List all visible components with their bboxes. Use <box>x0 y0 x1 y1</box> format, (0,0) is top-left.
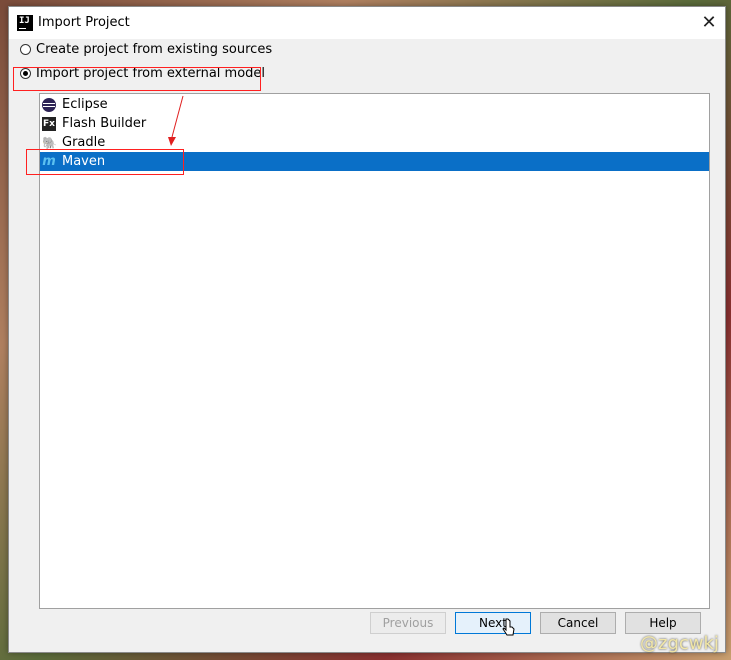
radio-external-model[interactable] <box>20 67 31 79</box>
cancel-button[interactable]: Cancel <box>540 612 616 634</box>
list-item-maven[interactable]: m Maven <box>40 152 709 171</box>
close-button[interactable]: ✕ <box>695 10 723 36</box>
option-existing-sources[interactable]: Create project from existing sources <box>20 39 272 59</box>
radio-existing-sources[interactable] <box>20 43 31 55</box>
list-item-gradle[interactable]: 🐘 Gradle <box>40 133 709 152</box>
list-item-label: Maven <box>62 154 106 169</box>
previous-button[interactable]: Previous <box>370 612 446 634</box>
list-item-flash-builder[interactable]: Fx Flash Builder <box>40 114 709 133</box>
external-model-list[interactable]: Eclipse Fx Flash Builder 🐘 Gradle m Mave… <box>39 93 710 609</box>
option-existing-sources-label: Create project from existing sources <box>36 41 273 57</box>
next-button[interactable]: Next <box>455 612 531 634</box>
intellij-app-icon: IJ <box>17 15 33 31</box>
option-external-model-label: Import project from external model <box>36 65 266 81</box>
list-item-label: Eclipse <box>62 97 108 112</box>
help-button[interactable]: Help <box>625 612 701 634</box>
list-item-label: Flash Builder <box>62 116 147 131</box>
gradle-icon: 🐘 <box>42 135 57 150</box>
maven-icon: m <box>42 153 56 169</box>
list-item-eclipse[interactable]: Eclipse <box>40 95 709 114</box>
list-item-label: Gradle <box>62 135 106 150</box>
watermark: @zgcwkj <box>640 633 719 654</box>
flash-builder-icon: Fx <box>42 116 56 131</box>
title-bar: IJ Import Project ✕ <box>9 7 725 39</box>
option-external-model[interactable]: Import project from external model <box>20 63 265 83</box>
eclipse-icon <box>42 97 56 112</box>
window-title: Import Project <box>38 15 130 30</box>
